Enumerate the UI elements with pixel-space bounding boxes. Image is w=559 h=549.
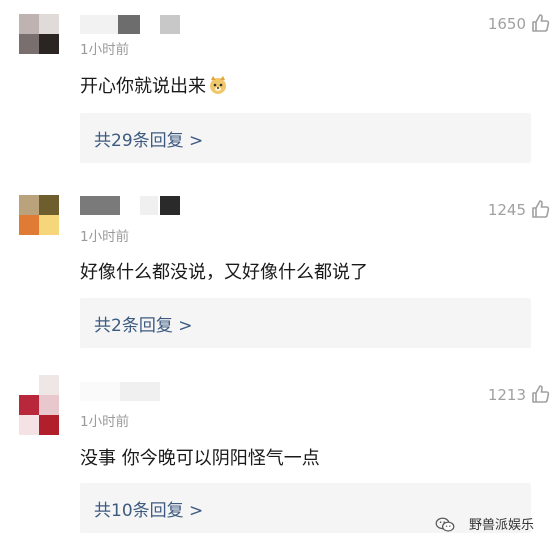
avatar-pixel [19, 395, 39, 415]
blur-block [120, 382, 160, 401]
view-replies-link[interactable]: 共29条回复 > [94, 126, 203, 151]
avatar-pixel [39, 395, 59, 415]
comment-time: 1小时前 [80, 229, 130, 245]
avatar-pixel [19, 195, 39, 215]
avatar-pixel [39, 195, 59, 215]
blur-block [118, 15, 140, 34]
avatar-pixel [19, 415, 39, 435]
blur-block [140, 196, 158, 215]
wechat-icon [435, 517, 455, 532]
avatar-pixel [39, 14, 59, 34]
thumbs-up-icon[interactable] [531, 13, 551, 33]
blur-block [160, 196, 180, 215]
watermark-brand: 野兽派娱乐 [468, 518, 534, 533]
blur-block [160, 15, 180, 34]
avatar[interactable] [19, 375, 59, 435]
username-blurred[interactable] [80, 15, 180, 34]
avatar-pixel [39, 375, 59, 395]
comment-text: 没事 你今晚可以阴阳怪气一点 [80, 448, 320, 469]
avatar-pixel [19, 14, 39, 34]
thumbs-up-icon[interactable] [531, 384, 551, 404]
avatar-pixel [19, 375, 39, 395]
view-replies-link[interactable]: 共2条回复 > [94, 311, 192, 336]
avatar-pixel [39, 34, 59, 54]
comment-text: 好像什么都没说，又好像什么都说了 [80, 262, 368, 283]
blur-block [80, 196, 120, 215]
replies-box[interactable]: 共10条回复 > [80, 483, 531, 533]
blur-block [80, 382, 120, 401]
avatar[interactable] [19, 195, 59, 235]
avatar-pixel [39, 215, 59, 235]
doge-emoji-icon [210, 76, 226, 94]
blur-block [80, 15, 118, 34]
avatar-pixel [39, 415, 59, 435]
comment-time: 1小时前 [80, 414, 130, 430]
comment-text-content: 开心你就说出来 [80, 76, 206, 97]
username-blurred[interactable] [80, 196, 180, 215]
username-blurred[interactable] [80, 382, 160, 401]
like-count: 1213 [487, 386, 526, 404]
view-replies-link[interactable]: 共10条回复 > [94, 496, 203, 521]
replies-box[interactable]: 共29条回复 > [80, 113, 531, 163]
comment-text: 开心你就说出来 [80, 72, 228, 98]
avatar-pixel [19, 34, 39, 54]
like-count: 1650 [487, 15, 526, 33]
thumbs-up-icon[interactable] [531, 199, 551, 219]
avatar-pixel [19, 215, 39, 235]
replies-box[interactable]: 共2条回复 > [80, 298, 531, 348]
avatar[interactable] [19, 14, 59, 54]
like-count: 1245 [487, 201, 526, 219]
comment-time: 1小时前 [80, 42, 130, 58]
